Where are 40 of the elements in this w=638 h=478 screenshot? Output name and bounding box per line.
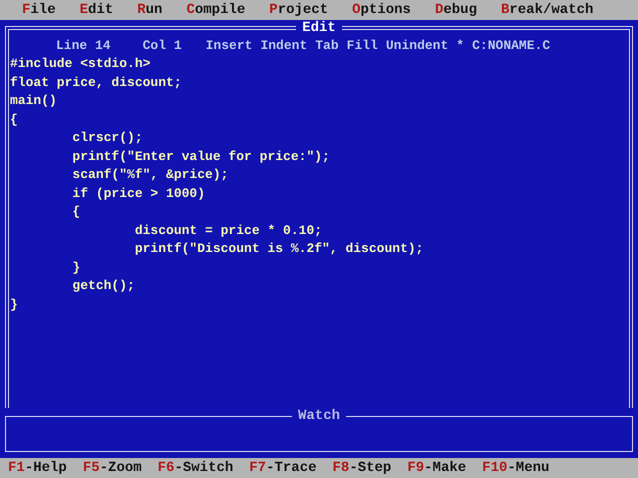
code-line: if (price > 1000) [71,184,206,202]
editor-mode: Unindent [386,38,448,53]
function-key-hint[interactable]: F10-Menu [482,460,550,476]
menu-item[interactable]: Options [352,2,411,18]
code-line: main() [10,92,58,110]
menu-item[interactable]: Break/watch [500,2,594,18]
menu-item[interactable]: Debug [434,2,477,18]
function-key-hint[interactable]: F1-Help [8,460,67,476]
code-line: } [10,296,19,314]
code-line: { [10,110,19,128]
line-indicator: Line 14 [56,38,111,53]
code-line: float price, discount; [10,74,183,92]
code-line: scanf("%f", &price); [71,166,230,184]
code-line: discount = price * 0.10; [134,222,324,240]
menu-item[interactable]: Project [269,2,328,18]
menu-item[interactable]: Compile [186,2,246,18]
code-line: printf("Discount is %.2f", discount); [134,240,424,258]
menu-item[interactable]: Run [137,2,162,18]
column-indicator: Col 1 [142,38,182,53]
menu-item[interactable]: File [22,2,56,18]
code-line: } [71,258,82,276]
code-line: getch(); [71,277,136,295]
window-title: Watch [296,408,341,424]
menu-item[interactable]: Edit [80,2,114,18]
modified-mark: * [456,38,464,53]
editor-mode: Tab [315,38,339,53]
code-line: { [71,203,82,221]
function-key-hint[interactable]: F9-Make [407,460,466,476]
function-key-hint[interactable]: F5-Zoom [82,460,142,476]
code-line: printf("Enter value for price:"); [71,148,331,166]
file-name: C:NONAME.C [472,38,550,53]
editor-mode: Fill [346,38,378,53]
code-line: #include <stdio.h> [10,55,152,73]
function-key-hint[interactable]: F6-Switch [158,460,234,476]
editor-mode: Insert [206,38,252,53]
code-line: clrscr(); [71,129,144,147]
function-key-hint[interactable]: F8-Step [332,460,392,476]
window-title: Edit [301,20,337,36]
function-key-hint[interactable]: F7-Trace [249,460,317,476]
editor-mode: Indent [260,38,308,53]
